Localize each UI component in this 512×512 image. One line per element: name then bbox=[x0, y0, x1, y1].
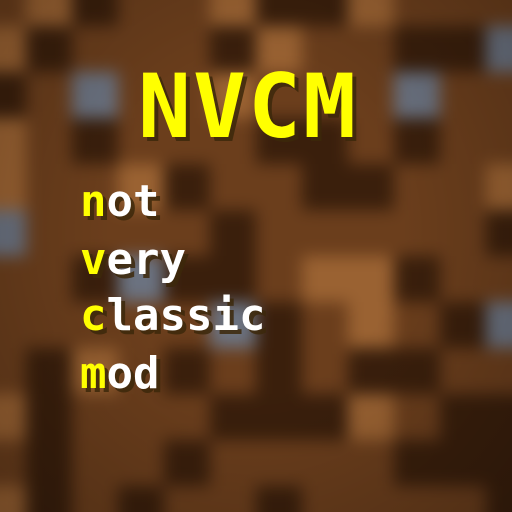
acronym-rest: ery bbox=[106, 234, 186, 285]
acronym-rest: ot bbox=[106, 176, 160, 227]
acronym-word-classic: classic bbox=[80, 294, 265, 338]
acronym-rest: od bbox=[106, 348, 160, 399]
acronym-letter: n bbox=[80, 176, 107, 227]
title-screen: NVCM not very classic mod bbox=[0, 0, 512, 512]
acronym-letter: v bbox=[80, 234, 107, 285]
acronym-word-mod: mod bbox=[80, 352, 159, 396]
game-title: NVCM bbox=[138, 55, 358, 158]
acronym-letter: c bbox=[80, 290, 107, 341]
acronym-word-not: not bbox=[80, 180, 159, 224]
acronym-rest: lassic bbox=[106, 290, 266, 341]
acronym-letter: m bbox=[80, 348, 107, 399]
acronym-word-very: very bbox=[80, 238, 186, 282]
